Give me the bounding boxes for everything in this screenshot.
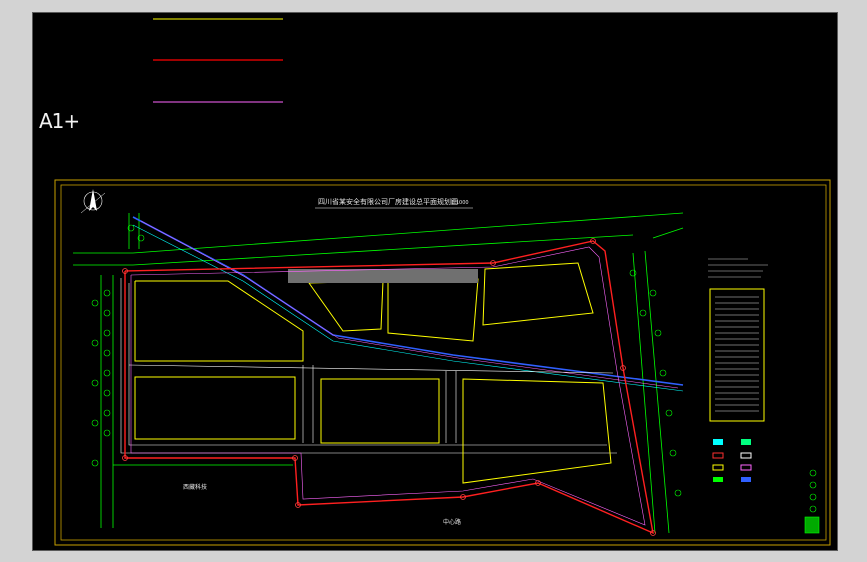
west-area-label: 西藏科技: [183, 483, 207, 491]
south-road-label: 中心路: [443, 518, 461, 526]
site-plan-drawing: 四川省某安全有限公司厂房建设总平面规划图 1:1000 西藏科技 中心路: [54, 18, 831, 546]
map-legend: [712, 439, 752, 482]
design-notes: [708, 258, 768, 278]
building-f: [387, 278, 479, 342]
building-b: [134, 376, 296, 440]
building-e: [308, 280, 384, 332]
pipeline: [132, 216, 684, 392]
cad-drawing-canvas[interactable]: A1+ 四川省某安全有限公司厂房建设总平面规划图 1:1000 西藏科技 中心路: [32, 12, 838, 551]
internal-roads: [120, 278, 617, 454]
drawing-title: 四川省某安全有限公司厂房建设总平面规划图: [318, 197, 458, 206]
building-footprints: [134, 262, 612, 484]
building-c: [320, 378, 440, 444]
inner-frame: [60, 184, 827, 541]
tree-legend: [804, 469, 820, 534]
drawing-scale: 1:1000: [451, 200, 469, 206]
building-d: [462, 378, 612, 484]
outer-frame: [54, 179, 831, 546]
north-arrow-icon: [80, 189, 106, 214]
building-a: [134, 280, 304, 362]
index-table: [709, 288, 765, 422]
building-g: [482, 262, 594, 326]
